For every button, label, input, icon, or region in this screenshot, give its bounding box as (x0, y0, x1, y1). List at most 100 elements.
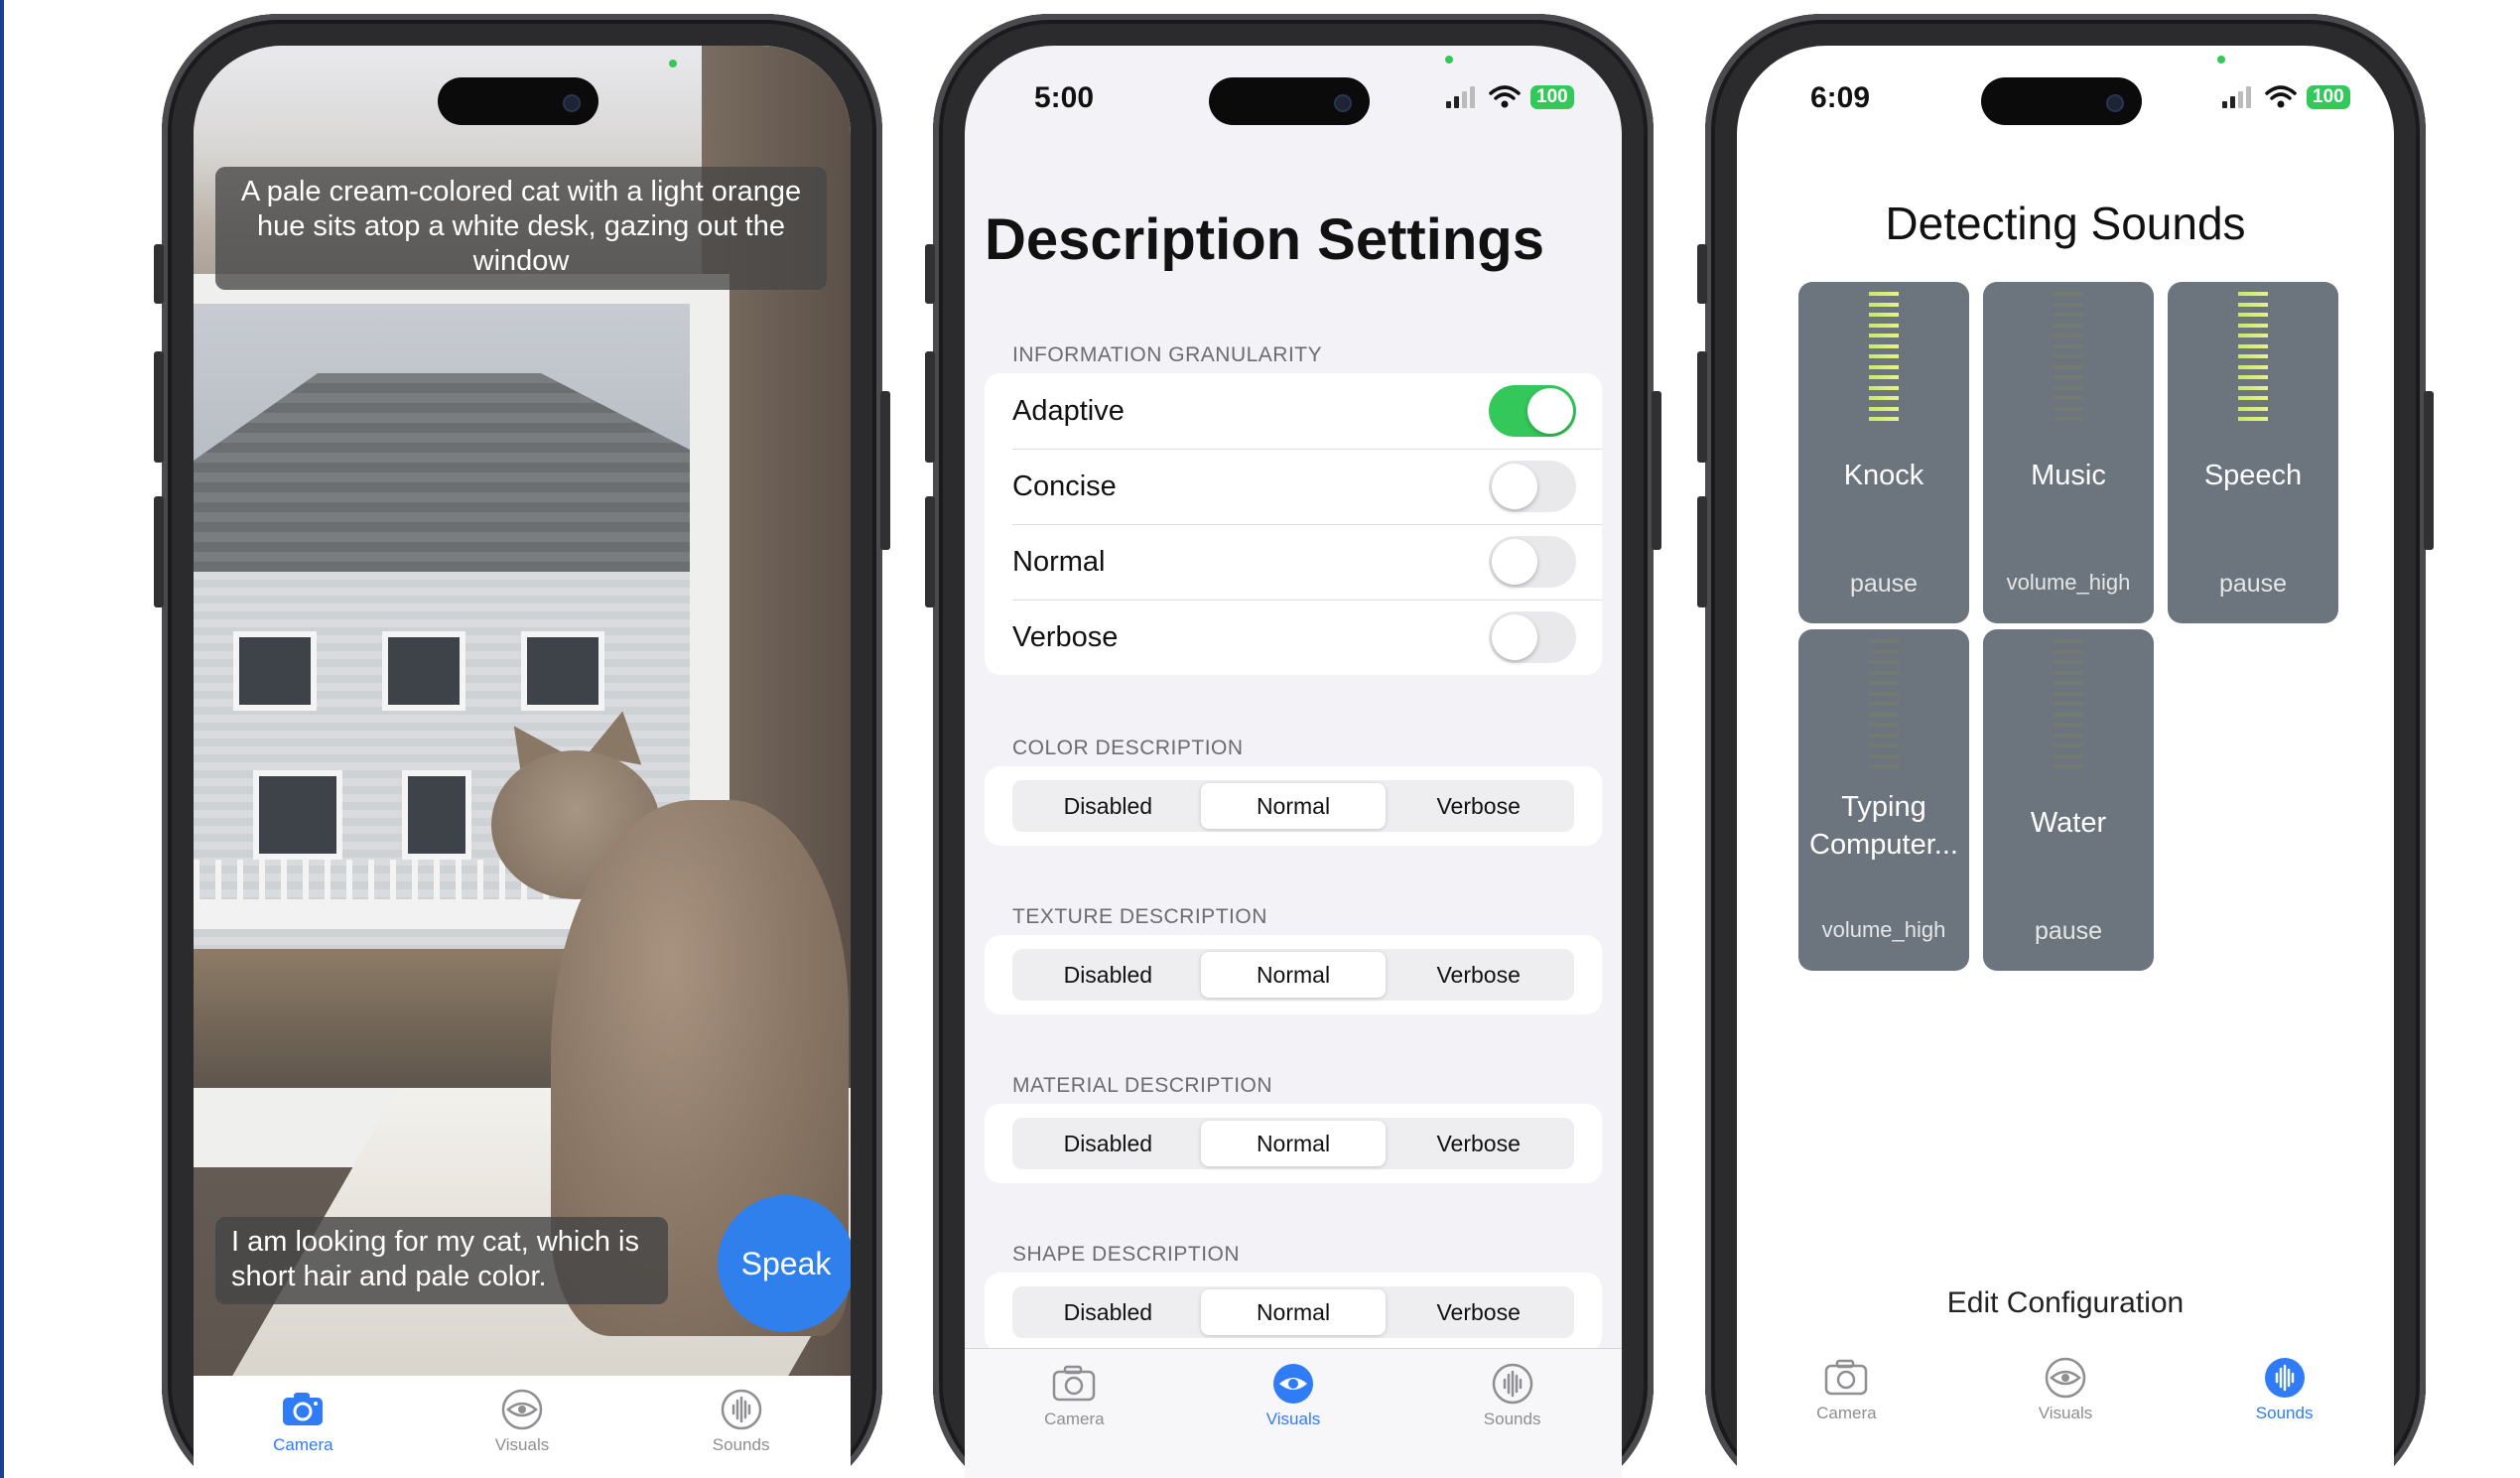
eye-icon (501, 1389, 543, 1430)
tab-bar: Camera Visuals Sounds (965, 1362, 1622, 1429)
eye-icon (2045, 1357, 2086, 1399)
phone-volume-up-button (925, 351, 935, 463)
dynamic-island (1209, 77, 1370, 125)
sounds-screen: 6:09 100 Detecting Sounds Knock pause Mu… (1737, 46, 2394, 1478)
tab-bar: Camera Visuals Sounds (194, 1388, 851, 1455)
color-description-segmented-control: Disabled Normal Verbose (1012, 780, 1574, 832)
level-meter (1869, 639, 1899, 768)
tab-visuals[interactable]: Visuals (1966, 1356, 2165, 1423)
granularity-row-concise: Concise (985, 449, 1602, 524)
status-time: 5:00 (1034, 81, 1095, 114)
segment-verbose[interactable]: Verbose (1386, 1121, 1571, 1166)
waveform-icon (721, 1389, 761, 1430)
edit-configuration-button[interactable]: Edit Configuration (1737, 1286, 2394, 1320)
battery-indicator: 100 (1530, 85, 1574, 109)
house-window (402, 770, 471, 860)
section-header-granularity: INFORMATION GRANULARITY (1012, 343, 1323, 366)
scene-description-caption: A pale cream-colored cat with a light or… (215, 167, 827, 290)
user-query-caption: I am looking for my cat, which is short … (215, 1217, 668, 1304)
row-label: Verbose (1012, 620, 1119, 653)
sound-tile-typing-computer[interactable]: Typing Computer... volume_high (1798, 629, 1969, 971)
toggle-knob (1492, 614, 1537, 660)
granularity-row-adaptive: Adaptive (985, 373, 1602, 449)
page-title: Detecting Sounds (1885, 198, 2246, 249)
segment-verbose[interactable]: Verbose (1386, 783, 1571, 829)
camera-indicator-dot (669, 60, 677, 67)
house-window (253, 770, 342, 860)
tab-label: Sounds (2255, 1404, 2314, 1422)
settings-screen: 5:00 100 Description Settings INFORMATIO… (965, 46, 1622, 1478)
sound-tile-music[interactable]: Music volume_high (1983, 282, 2154, 623)
house-window (521, 631, 604, 711)
level-meter (2238, 292, 2268, 421)
tab-visuals[interactable]: Visuals (1194, 1362, 1393, 1429)
dynamic-island (438, 77, 598, 125)
level-meter (1869, 292, 1899, 421)
sound-name: Music (2031, 460, 2106, 491)
sound-name: Typing Computer... (1809, 791, 1958, 861)
phone-settings: 5:00 100 Description Settings INFORMATIO… (925, 14, 1661, 1478)
verbose-toggle[interactable] (1489, 611, 1576, 663)
toggle-knob (1492, 539, 1537, 585)
speak-button[interactable]: Speak (718, 1195, 851, 1332)
camera-icon (283, 1393, 324, 1425)
sound-state: pause (2034, 917, 2103, 945)
toggle-knob (1492, 464, 1537, 509)
tab-label: Camera (273, 1435, 333, 1454)
tab-bar: Camera Visuals Sounds (1737, 1356, 2394, 1423)
segment-disabled[interactable]: Disabled (1015, 1289, 1201, 1335)
segment-verbose[interactable]: Verbose (1386, 1289, 1571, 1335)
concise-toggle[interactable] (1489, 461, 1576, 512)
tab-label: Visuals (1265, 1410, 1321, 1428)
phone-volume-up-button (1697, 351, 1707, 463)
sound-state: pause (1849, 570, 1919, 598)
phone-sounds: 6:09 100 Detecting Sounds Knock pause Mu… (1697, 14, 2434, 1478)
sound-state: volume_high (1821, 917, 1946, 942)
tab-visuals[interactable]: Visuals (423, 1388, 621, 1455)
tab-camera[interactable]: Camera (203, 1388, 402, 1455)
sound-name: Water (2030, 807, 2107, 839)
tab-label: Camera (1044, 1410, 1105, 1428)
section-header-color: COLOR DESCRIPTION (1012, 737, 1244, 759)
adaptive-toggle[interactable] (1489, 385, 1576, 437)
sound-state: volume_high (2006, 570, 2131, 595)
signal-icon (1446, 86, 1475, 108)
segment-normal[interactable]: Normal (1200, 783, 1387, 829)
waveform-icon (1492, 1363, 1532, 1405)
segment-normal[interactable]: Normal (1200, 952, 1387, 998)
status-icons: 100 (1445, 85, 1574, 109)
phone-side-button (1697, 244, 1707, 304)
phone-volume-down-button (154, 496, 164, 607)
tab-sounds[interactable]: Sounds (1413, 1362, 1612, 1429)
normal-toggle[interactable] (1489, 536, 1576, 588)
dynamic-island (1981, 77, 2142, 125)
row-label: Normal (1012, 545, 1106, 578)
sound-tile-water[interactable]: Water pause (1983, 629, 2154, 971)
tab-camera[interactable]: Camera (975, 1362, 1173, 1429)
segment-normal[interactable]: Normal (1200, 1289, 1387, 1335)
camera-icon (1053, 1365, 1096, 1402)
tab-sounds[interactable]: Sounds (2186, 1356, 2384, 1423)
sound-tile-speech[interactable]: Speech pause (2168, 282, 2338, 623)
shape-description-card: Disabled Normal Verbose (985, 1273, 1602, 1352)
tab-sounds[interactable]: Sounds (642, 1388, 841, 1455)
camera-screen: A pale cream-colored cat with a light or… (194, 46, 851, 1478)
sound-tile-knock[interactable]: Knock pause (1798, 282, 1969, 623)
segment-disabled[interactable]: Disabled (1015, 1121, 1201, 1166)
phone-camera: A pale cream-colored cat with a light or… (154, 14, 890, 1478)
texture-description-segmented-control: Disabled Normal Verbose (1012, 949, 1574, 1001)
tab-camera[interactable]: Camera (1747, 1356, 1945, 1423)
level-meter (2054, 639, 2083, 768)
segment-normal[interactable]: Normal (1200, 1121, 1387, 1166)
phone-side-button (925, 244, 935, 304)
wifi-icon (1489, 85, 1521, 108)
segment-disabled[interactable]: Disabled (1015, 952, 1201, 998)
segment-verbose[interactable]: Verbose (1386, 952, 1571, 998)
segment-disabled[interactable]: Disabled (1015, 783, 1201, 829)
battery-indicator: 100 (2307, 85, 2350, 109)
eye-icon (1272, 1364, 1313, 1404)
phone-volume-down-button (925, 496, 935, 607)
sound-state: pause (2218, 570, 2288, 598)
granularity-row-verbose: Verbose (985, 600, 1602, 675)
color-description-card: Disabled Normal Verbose (985, 766, 1602, 846)
